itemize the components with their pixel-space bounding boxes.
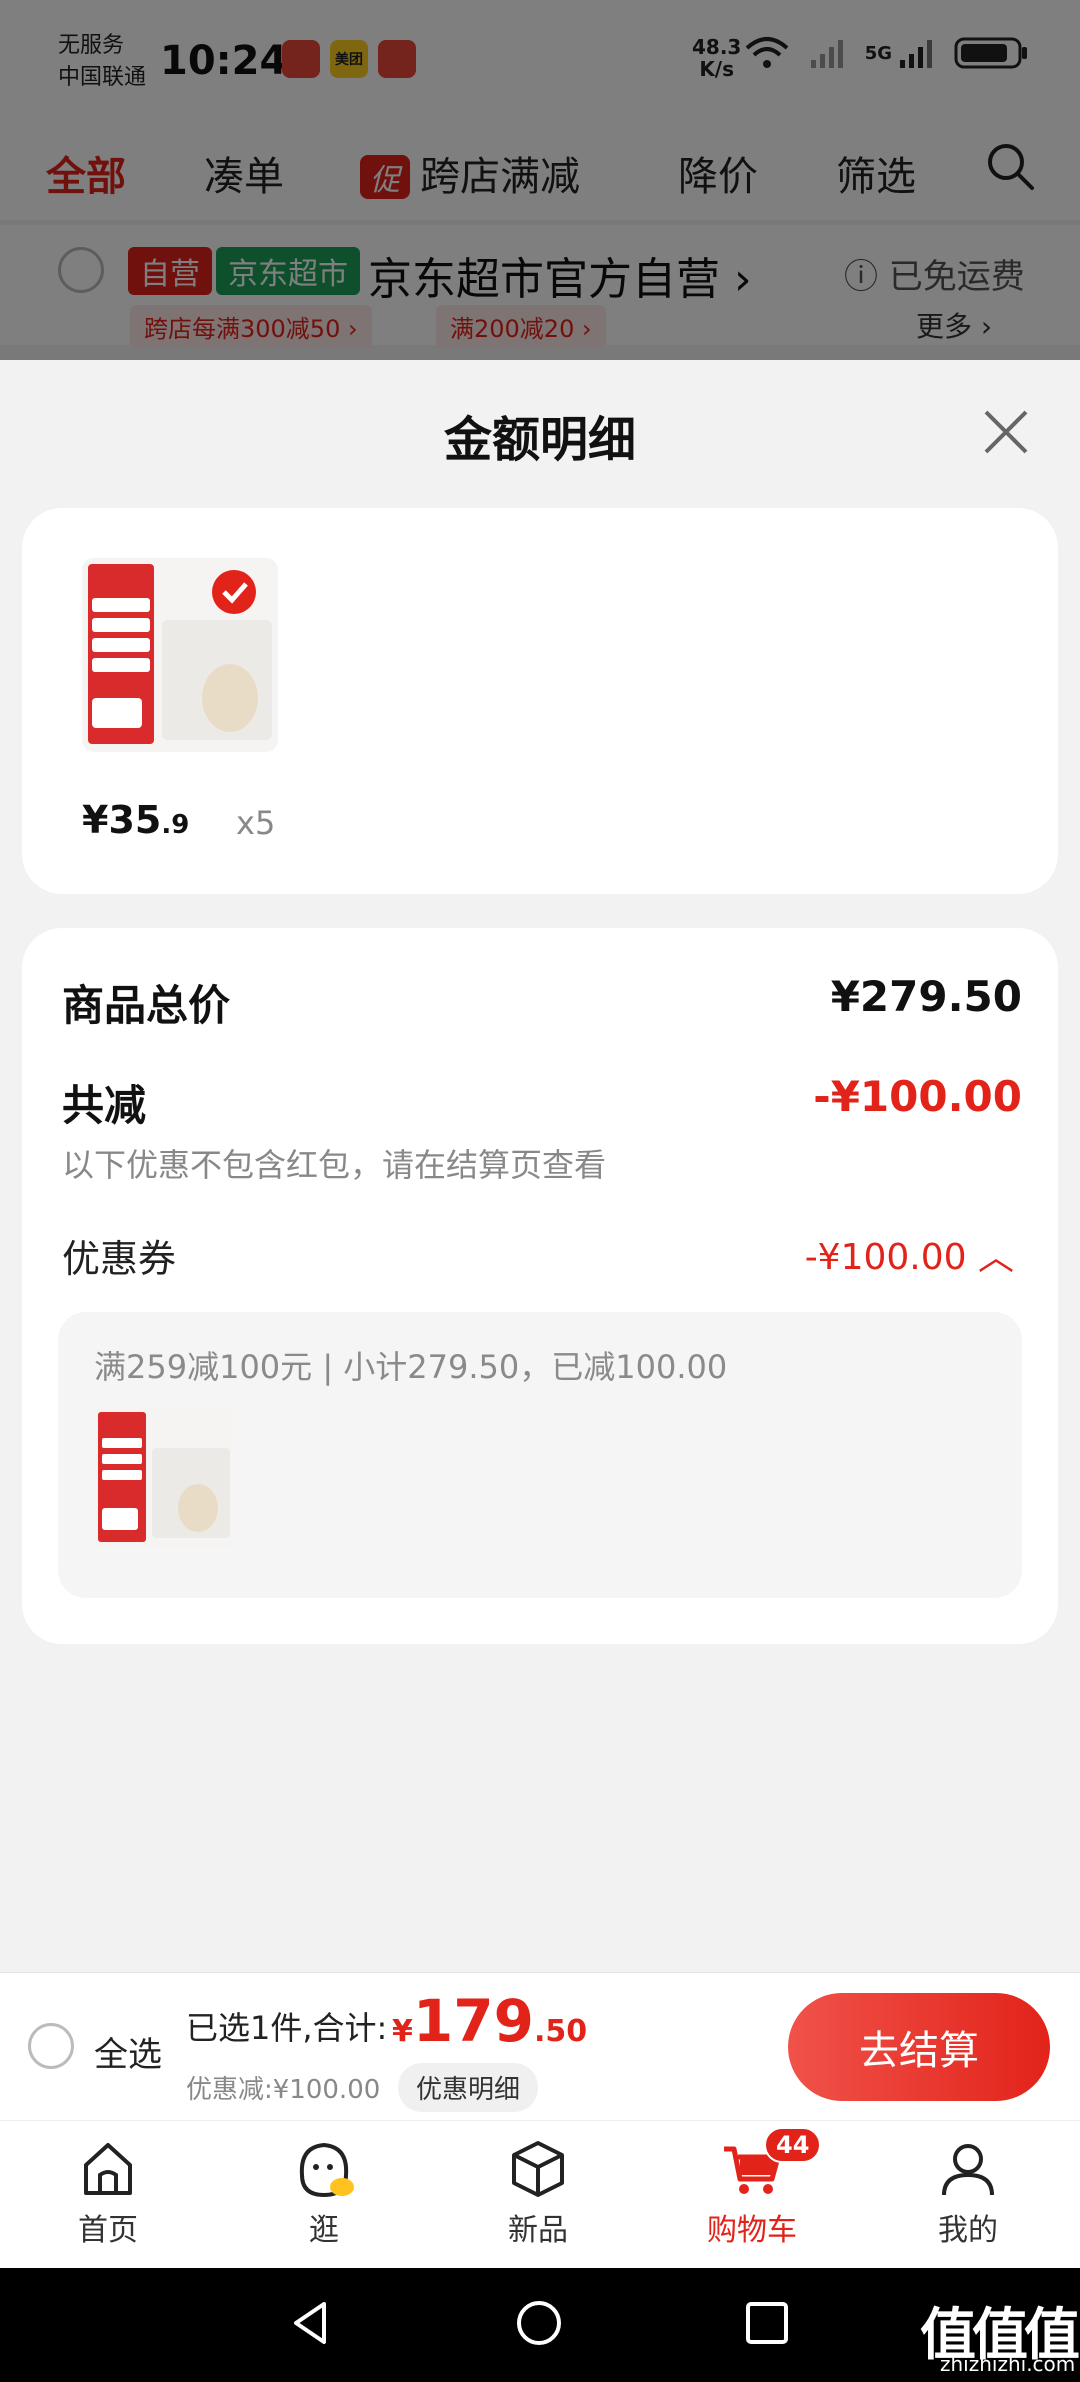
- reduce-value: -¥100.00: [813, 1072, 1022, 1121]
- cart-count-badge: 44: [764, 2127, 822, 2163]
- total-price: ¥179.50: [392, 1987, 587, 2055]
- select-all-radio[interactable]: [28, 2023, 74, 2069]
- recents-icon[interactable]: [744, 2300, 790, 2346]
- discount-detail-button[interactable]: 优惠明细: [398, 2063, 539, 2112]
- tab-browse-label: 逛: [309, 2213, 339, 2248]
- home-circle-icon[interactable]: [514, 2298, 564, 2348]
- amount-detail-sheet: 金额明细 ¥35.9 x5 商品总价 ¥279.50 共减 -¥100.00 以…: [0, 360, 1080, 1972]
- tab-cart-label: 购物车: [707, 2213, 797, 2248]
- close-icon[interactable]: [976, 402, 1036, 462]
- coupon-detail-box: 满259减100元 | 小计279.50，已减100.00: [58, 1312, 1022, 1598]
- browse-face-icon: [299, 2142, 354, 2198]
- sheet-title: 金额明细: [443, 412, 636, 468]
- total-dec: .50: [533, 2014, 588, 2049]
- checkout-button[interactable]: 去结算: [788, 1993, 1050, 2101]
- system-nav-bar: [0, 2268, 1080, 2382]
- goods-total-label: 商品总价: [62, 981, 231, 1030]
- item-price: ¥35.9: [82, 798, 189, 842]
- home-icon: [84, 2143, 132, 2195]
- cube-icon: [512, 2141, 564, 2197]
- total-currency: ¥: [392, 2014, 413, 2049]
- coupon-label: 优惠券: [62, 1237, 177, 1281]
- selected-count: 已选1件,合计:: [186, 2009, 388, 2047]
- dim-overlay[interactable]: [0, 0, 1080, 360]
- item-qty: x5: [236, 804, 276, 842]
- reduce-label: 共减: [62, 1081, 147, 1130]
- discount-amount: 优惠减:¥100.00: [186, 2075, 381, 2105]
- user-icon: [942, 2144, 994, 2196]
- bottom-tab-bar: 首页 逛 新品 购物车 44 我的: [0, 2120, 1080, 2268]
- item-price-int: ¥35: [82, 798, 162, 842]
- tab-mine[interactable]: 我的: [898, 2137, 1038, 2249]
- tab-mine-label: 我的: [938, 2213, 998, 2248]
- total-int: 179: [412, 1987, 534, 2055]
- product-image[interactable]: [82, 558, 278, 752]
- select-all-label[interactable]: 全选: [94, 2027, 162, 2076]
- price-summary-card: 商品总价 ¥279.50 共减 -¥100.00 以下优惠不包含红包，请在结算页…: [22, 928, 1058, 1644]
- tab-new-label: 新品: [508, 2213, 568, 2248]
- tab-home[interactable]: 首页: [38, 2137, 178, 2249]
- discount-note: 以下优惠不包含红包，请在结算页查看: [62, 1146, 607, 1184]
- watermark-url: zhizhizhi.com: [940, 2352, 1076, 2376]
- tab-browse[interactable]: 逛: [254, 2137, 394, 2249]
- coupon-product-image: [94, 1408, 234, 1548]
- tab-new[interactable]: 新品: [468, 2137, 608, 2249]
- item-card: ¥35.9 x5: [22, 508, 1058, 894]
- checkout-bar: 全选 已选1件,合计: ¥179.50 优惠减:¥100.00 优惠明细 去结算: [0, 1972, 1080, 2120]
- coupon-desc: 满259减100元 | 小计279.50，已减100.00: [94, 1348, 728, 1386]
- back-icon[interactable]: [286, 2298, 336, 2348]
- goods-total-value: ¥279.50: [830, 972, 1022, 1021]
- coupon-value[interactable]: -¥100.00 ︿: [805, 1228, 1014, 1280]
- item-price-dec: .9: [161, 810, 190, 840]
- tab-home-label: 首页: [78, 2213, 138, 2248]
